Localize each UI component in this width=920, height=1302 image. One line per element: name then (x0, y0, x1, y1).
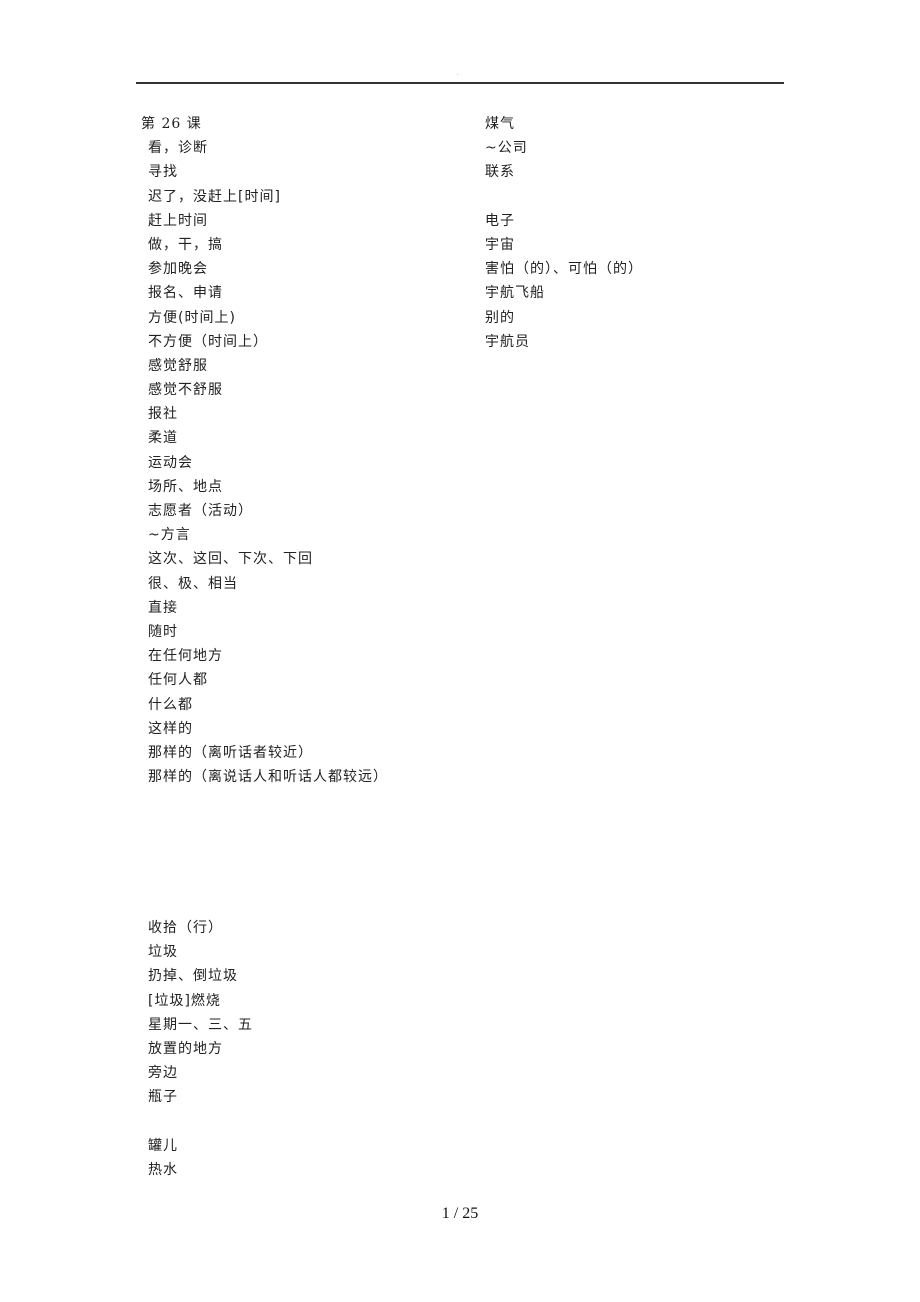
vocab-item: 任何人都 (148, 672, 208, 689)
vocab-item: 看，诊断 (148, 140, 208, 157)
vocab-item: 旁边 (148, 1065, 178, 1082)
vocab-item: 什么都 (148, 696, 193, 713)
vocab-item: 那样的（离说话人和听话人都较远） (148, 769, 388, 786)
vocab-item: 寻找 (148, 164, 178, 181)
vocab-item: 那样的（离听话者较近） (148, 744, 313, 761)
vocab-item: 扔掉、倒垃圾 (148, 968, 238, 985)
vocab-item: 做，干，搞 (148, 236, 223, 253)
vocab-item: 联系 (485, 164, 515, 181)
vocab-item: [垃圾]燃烧 (148, 992, 221, 1009)
vocab-item: 很、极、相当 (148, 575, 238, 592)
vocab-item: 放置的地方 (148, 1040, 223, 1057)
vocab-item: ~公司 (485, 140, 528, 157)
vocab-item: 报社 (148, 406, 178, 423)
vocab-item: 感觉舒服 (148, 357, 208, 374)
header-mark: . (457, 71, 459, 77)
vocab-item: 宇航员 (485, 333, 530, 350)
vocab-item: 宇航飞船 (485, 285, 545, 302)
vocab-column-left-lower: 收拾（行） 垃圾扔掉、倒垃圾 [垃圾]燃烧星期一、三、五 放置的地方旁边瓶子罐儿热水 (148, 916, 253, 1182)
header-rule (136, 82, 784, 84)
vocab-item: 垃圾 (148, 944, 178, 961)
lesson-title: 第 26 课 (141, 116, 202, 132)
vocab-item: 赶上时间 (148, 212, 208, 229)
vocab-item: 收拾（行） (148, 920, 223, 936)
vocab-item: 这样的 (148, 720, 193, 737)
vocab-item: 感觉不舒服 (148, 382, 223, 399)
vocab-item: 这次、这回、下次、下回 (148, 551, 313, 568)
vocab-item: 电子 (485, 212, 515, 229)
vocab-item: 罐儿 (148, 1137, 178, 1154)
vocab-item: ~方言 (148, 527, 191, 544)
vocab-item: 迟了，没赶上[时间] (148, 188, 281, 205)
vocab-column-left: 第 26 课 看，诊断寻找迟了，没赶上[时间] 赶上时间做，干，搞参加晚会报名、申… (141, 112, 388, 789)
vocab-item: 随时 (148, 623, 178, 640)
vocab-item: 参加晚会 (148, 261, 208, 278)
vocab-item: 不方便（时间上） (148, 333, 268, 350)
vocab-item: 方便(时间上) (148, 309, 236, 326)
vocab-item: 别的 (485, 309, 515, 326)
vocab-item: 在任何地方 (148, 648, 223, 665)
vocab-item: 瓶子 (148, 1089, 178, 1106)
vocab-item: 煤气 (485, 116, 515, 132)
vocab-column-right: 煤气 ~公司联系电子宇宙害怕（的）、可怕（的） 宇航飞船别的宇航员 (485, 112, 643, 354)
vocab-item: 热水 (148, 1161, 178, 1178)
vocab-item: 场所、地点 (148, 478, 223, 495)
vocab-item: 志愿者（活动） (148, 503, 253, 519)
vocab-item: 直接 (148, 599, 178, 616)
vocab-item: 运动会 (148, 454, 193, 471)
vocab-item: 星期一、三、五 (148, 1016, 253, 1033)
vocab-item: 害怕（的）、可怕（的） (485, 261, 643, 278)
vocab-item: 柔道 (148, 430, 178, 447)
vocab-item: 宇宙 (485, 236, 515, 253)
vocab-item: 报名、申请 (148, 285, 223, 302)
page-number: 1 / 25 (441, 1205, 479, 1222)
